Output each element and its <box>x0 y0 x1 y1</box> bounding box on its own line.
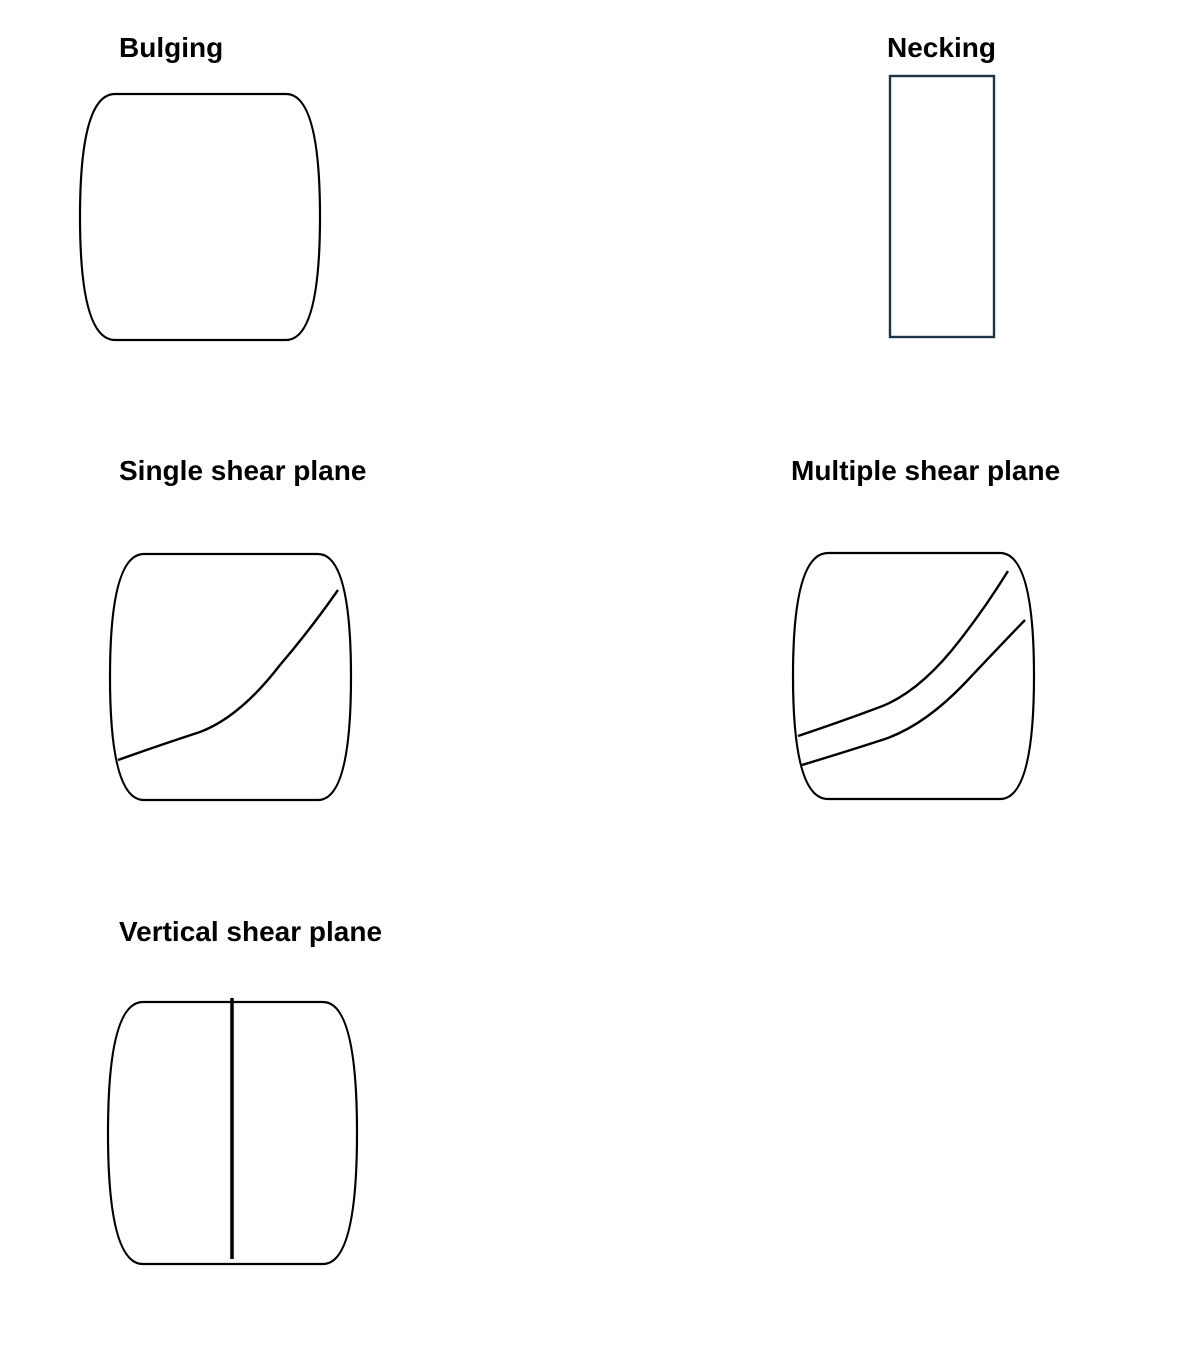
necking-specimen-shape <box>888 74 996 339</box>
multiple-shear-specimen-shape <box>791 551 1036 801</box>
multiple-shear-plane-line-2 <box>801 619 1026 767</box>
single-shear-plane-line <box>117 589 339 762</box>
diagram-canvas <box>78 74 1036 1266</box>
bulging-specimen-shape <box>78 92 322 342</box>
single-shear-specimen-shape <box>108 552 353 802</box>
multiple-shear-plane-line-1 <box>797 570 1010 738</box>
